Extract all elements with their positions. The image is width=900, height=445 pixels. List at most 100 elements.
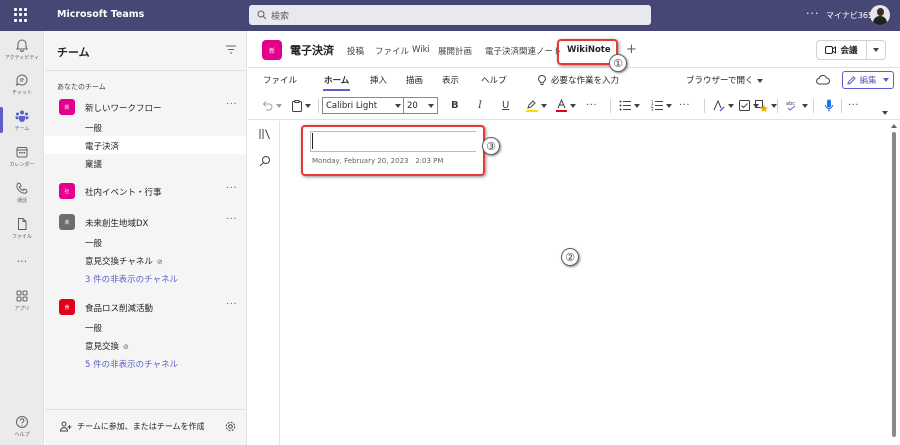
hidden-channels-link[interactable]: 3 件の非表示のチャネル [45, 269, 246, 287]
chat-icon [15, 74, 28, 86]
channel-item[interactable]: 稟議 [45, 154, 246, 172]
team-item[interactable]: 新 新しいワークフロー ··· [57, 98, 247, 116]
team-name: 食品ロス削減活動 [85, 304, 154, 314]
bullets-button[interactable] [619, 98, 640, 113]
scroll-up-arrow[interactable] [891, 124, 897, 128]
rail-help[interactable]: ヘルプ [0, 415, 44, 438]
ribbon-tabs: ファイル ホーム 挿入 描画 表示 ヘルプ 必要な作業を入力 ブラウザーで開く … [248, 68, 900, 92]
section-label: あなたのチーム [57, 83, 106, 91]
channel-item[interactable]: 一般 [45, 318, 246, 336]
spelling-button[interactable]: abc [786, 98, 808, 113]
chevron-down-icon [756, 79, 763, 83]
rail-activity[interactable]: アクティビティ [0, 38, 44, 61]
tell-me-search[interactable]: 必要な作業を入力 [538, 74, 619, 86]
rail-label: カレンダー [9, 162, 35, 168]
highlight-button[interactable] [526, 98, 547, 113]
tab-payment-notes[interactable]: 電子決済関連ノート [485, 45, 562, 57]
rail-calls[interactable]: 通話 [0, 181, 44, 204]
add-tab-button[interactable]: + [626, 42, 637, 57]
callout-3: ③ [482, 137, 500, 155]
annotation-highlight-title [301, 125, 485, 176]
channel-item-selected[interactable]: 電子決済 [45, 136, 246, 154]
apps-icon [16, 290, 28, 302]
font-name-dropdown[interactable]: Calibri Light [322, 97, 405, 114]
ribbon-tab-home[interactable]: ホーム [324, 74, 349, 86]
rail-calendar[interactable]: カレンダー [0, 145, 44, 168]
chevron-down-icon [634, 103, 640, 108]
user-avatar[interactable] [870, 5, 890, 25]
ribbon-tab-draw[interactable]: 描画 [406, 74, 423, 86]
rail-teams[interactable]: チーム [0, 107, 44, 133]
channel-item[interactable]: 意見交換チャネル ⊘ [45, 251, 246, 269]
app-launcher-icon[interactable] [14, 8, 28, 22]
pencil-icon [847, 75, 857, 85]
bold-button[interactable]: B [451, 98, 459, 113]
svg-text:3: 3 [651, 107, 654, 111]
divider [45, 70, 247, 71]
notebooks-icon[interactable] [259, 128, 271, 140]
edit-mode-button[interactable]: 編集 [842, 71, 894, 89]
rail-label: アクティビティ [4, 55, 40, 61]
more-paragraph-options-button[interactable]: ··· [679, 98, 690, 113]
hidden-channels-link[interactable]: 5 件の非表示のチャネル [45, 354, 246, 372]
team-more-button[interactable]: ··· [226, 299, 237, 310]
dictate-button[interactable] [825, 98, 833, 113]
numbered-list-icon: 123 [651, 100, 663, 111]
divider [45, 409, 247, 410]
underline-button[interactable]: U [502, 98, 509, 113]
rail-apps[interactable]: アプリ [0, 289, 44, 312]
ribbon-tab-view[interactable]: 表示 [442, 74, 459, 86]
search-input[interactable]: 検索 [249, 5, 651, 25]
rail-more[interactable]: ··· [0, 255, 44, 268]
undo-button[interactable] [261, 98, 282, 113]
team-item[interactable]: 食 食品ロス削減活動 ··· [57, 298, 247, 316]
tags-button[interactable] [755, 98, 777, 113]
meet-button[interactable]: 会議 [816, 40, 886, 60]
app-name: Microsoft Teams [57, 9, 145, 20]
search-placeholder: 検索 [271, 11, 290, 22]
italic-button[interactable]: I [478, 98, 482, 113]
numbering-button[interactable]: 123 [651, 98, 672, 113]
tab-rollout-plan[interactable]: 展開計画 [438, 45, 472, 57]
highlighter-icon [526, 100, 538, 112]
join-or-create-team-button[interactable]: チームに参加、またはチームを作成 [60, 421, 205, 432]
more-options-button[interactable]: ··· [848, 98, 859, 113]
tab-posts[interactable]: 投稿 [347, 45, 364, 57]
team-more-button[interactable]: ··· [226, 183, 237, 194]
team-item[interactable]: 社 社内イベント・行事 ··· [57, 182, 247, 200]
styles-button[interactable] [713, 98, 734, 113]
paste-button[interactable] [292, 98, 311, 113]
meet-options-chevron[interactable] [867, 41, 885, 59]
team-item[interactable]: 未 未来創生地域DX ··· [57, 213, 247, 231]
channel-item[interactable]: 一般 [45, 233, 246, 251]
rail-files[interactable]: ファイル [0, 217, 44, 240]
ribbon-tab-file[interactable]: ファイル [263, 74, 297, 86]
channel-item[interactable]: 一般 [45, 118, 246, 136]
font-size-dropdown[interactable]: 20 [403, 97, 438, 114]
separator [777, 99, 778, 113]
rail-chat[interactable]: チャット [0, 73, 44, 96]
more-font-options-button[interactable]: ··· [586, 98, 597, 113]
separator [704, 99, 705, 113]
collapse-ribbon-button[interactable] [879, 105, 888, 120]
open-in-browser-button[interactable]: ブラウザーで開く [686, 74, 763, 86]
ribbon-tab-help[interactable]: ヘルプ [481, 74, 507, 86]
tab-wiki[interactable]: Wiki [412, 45, 430, 55]
cloud-sync-icon[interactable] [816, 75, 830, 85]
ribbon-tab-insert[interactable]: 挿入 [370, 74, 387, 86]
channel-item[interactable]: 意見交換 ⊘ [45, 336, 246, 354]
team-more-button[interactable]: ··· [226, 214, 237, 225]
filter-icon[interactable] [226, 45, 236, 54]
settings-more-button[interactable]: ··· [806, 7, 820, 20]
callout-1: ① [609, 54, 627, 72]
scrollbar-thumb[interactable] [892, 132, 896, 437]
tab-files[interactable]: ファイル [375, 45, 409, 57]
gear-icon[interactable] [225, 421, 236, 432]
team-more-button[interactable]: ··· [226, 99, 237, 110]
shared-channel-icon: ⊘ [123, 343, 129, 351]
search-icon[interactable] [259, 155, 271, 167]
chevron-down-icon [873, 48, 879, 52]
font-color-button[interactable] [556, 98, 576, 113]
vertical-scrollbar[interactable] [889, 121, 900, 445]
teams-panel: チーム あなたのチーム 新 新しいワークフロー ··· 一般 電子決済 稟議 社… [45, 31, 247, 445]
